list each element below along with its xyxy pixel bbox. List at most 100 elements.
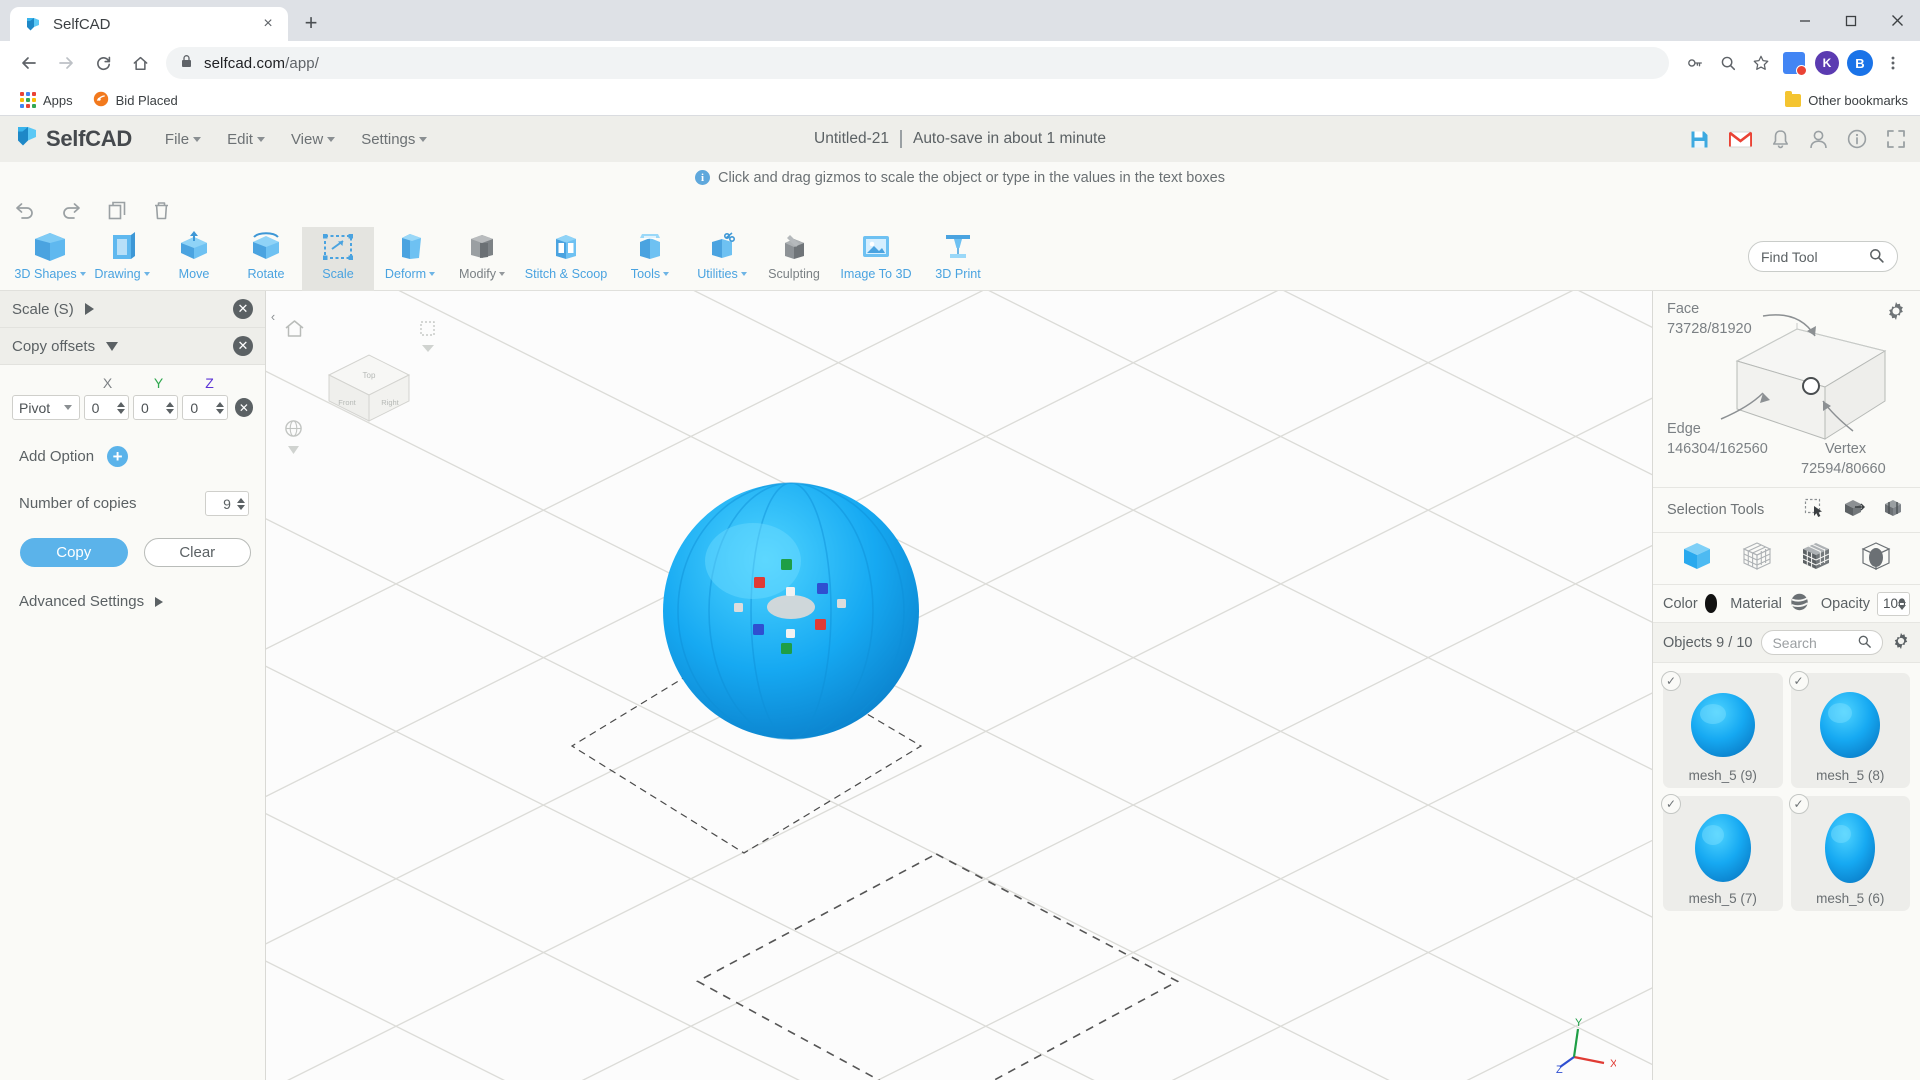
list-item[interactable]: ✓ mesh_5 (9) — [1661, 671, 1783, 788]
bell-icon[interactable] — [1771, 129, 1790, 150]
vertex-mode-icon[interactable] — [1740, 540, 1774, 577]
number-of-copies-input[interactable]: 9 — [205, 491, 249, 516]
box-select-icon[interactable] — [1842, 498, 1866, 523]
clear-button[interactable]: Clear — [143, 538, 251, 567]
list-item[interactable]: ✓ mesh_5 (7) — [1661, 794, 1783, 911]
user-icon[interactable] — [1809, 129, 1828, 150]
copy-offsets-header[interactable]: Copy offsets ✕ — [0, 328, 265, 365]
object-checkbox[interactable]: ✓ — [1788, 794, 1809, 814]
delete-icon[interactable] — [153, 201, 170, 220]
gear-icon[interactable] — [1892, 632, 1910, 654]
other-bookmarks[interactable]: Other bookmarks — [1785, 90, 1908, 108]
gmail-icon[interactable] — [1729, 130, 1752, 149]
find-tool-input[interactable]: Find Tool — [1748, 241, 1898, 272]
material-icon[interactable] — [1789, 592, 1810, 616]
stepper[interactable] — [237, 497, 245, 510]
face-mode-icon[interactable] — [1799, 540, 1833, 577]
browser-more-icon[interactable] — [1878, 48, 1908, 78]
list-item[interactable]: ✓ mesh_5 (6) — [1788, 794, 1910, 911]
advanced-settings-row[interactable]: Advanced Settings — [0, 567, 265, 610]
edge-mode-icon[interactable] — [1859, 540, 1893, 577]
ribbon-modify[interactable]: Modify — [446, 227, 518, 291]
ribbon-drawing[interactable]: Drawing — [86, 227, 158, 291]
ribbon-image-to-3d[interactable]: Image To 3D — [830, 227, 922, 291]
home-icon[interactable] — [123, 46, 157, 80]
ribbon-rotate[interactable]: Rotate — [230, 227, 302, 291]
orbit-globe-icon[interactable] — [284, 419, 303, 443]
plus-icon[interactable]: + — [107, 446, 129, 467]
forward-icon[interactable] — [49, 46, 83, 80]
ribbon-tools[interactable]: Tools — [614, 227, 686, 291]
extension-icon[interactable] — [1779, 48, 1809, 78]
add-option-row[interactable]: Add Option + — [0, 420, 265, 467]
3d-viewport[interactable]: ‹ Top Front Right X Y Z — [266, 291, 1652, 1080]
scale-panel-header[interactable]: Scale (S) ✕ — [0, 291, 265, 328]
redo-icon[interactable] — [61, 201, 82, 219]
bookmark-apps[interactable]: Apps — [12, 88, 81, 112]
rect-select-icon[interactable] — [1804, 498, 1826, 523]
object-checkbox[interactable]: ✓ — [1661, 794, 1681, 814]
ribbon-deform[interactable]: Deform — [374, 227, 446, 291]
page-title[interactable]: Untitled-21 — [814, 130, 889, 148]
ribbon-3d-shapes[interactable]: 3D Shapes — [14, 227, 86, 291]
menu-file[interactable]: File — [152, 127, 214, 152]
close-icon[interactable]: × — [258, 14, 278, 34]
key-icon[interactable] — [1680, 48, 1710, 78]
stepper[interactable] — [166, 401, 175, 414]
reload-icon[interactable] — [86, 46, 120, 80]
bookmark-bid-placed[interactable]: Bid Placed — [85, 87, 186, 114]
pivot-select[interactable]: Pivot — [12, 395, 80, 420]
save-icon[interactable] — [1689, 129, 1710, 150]
duplicate-icon[interactable] — [108, 201, 127, 220]
orbit-dropdown-icon[interactable] — [284, 443, 303, 457]
selected-sphere-object[interactable] — [641, 461, 941, 766]
stepper[interactable] — [117, 401, 126, 414]
back-icon[interactable] — [12, 46, 46, 80]
list-item[interactable]: ✓ mesh_5 (8) — [1788, 671, 1910, 788]
color-swatch[interactable] — [1704, 594, 1718, 613]
ribbon-sculpting[interactable]: Sculpting — [758, 227, 830, 291]
browser-tab[interactable]: SelfCAD × — [10, 7, 288, 41]
fullscreen-icon[interactable] — [1886, 129, 1906, 149]
search-icon[interactable] — [1857, 634, 1872, 652]
home-icon[interactable] — [284, 319, 305, 343]
window-maximize-icon[interactable] — [1828, 0, 1874, 41]
profile-b-icon[interactable]: B — [1845, 48, 1875, 78]
expand-right-icon[interactable] — [84, 303, 94, 315]
stepper[interactable] — [1898, 597, 1906, 610]
chevron-down-icon[interactable] — [106, 341, 119, 351]
new-tab-button[interactable]: + — [294, 6, 328, 40]
close-icon[interactable]: ✕ — [233, 299, 253, 319]
through-select-icon[interactable] — [1882, 498, 1906, 523]
object-checkbox[interactable]: ✓ — [1661, 671, 1681, 691]
menu-view[interactable]: View — [278, 127, 348, 152]
remove-offset-icon[interactable]: ✕ — [234, 398, 253, 417]
undo-icon[interactable] — [14, 201, 35, 219]
address-bar[interactable]: selfcad.com/app/ — [166, 47, 1669, 79]
ribbon-stitch-scoop[interactable]: Stitch & Scoop — [518, 227, 614, 291]
menu-settings[interactable]: Settings — [348, 127, 440, 152]
ribbon-utilities[interactable]: Utilities — [686, 227, 758, 291]
search-icon[interactable] — [1713, 48, 1743, 78]
stepper[interactable] — [215, 401, 224, 414]
ribbon-scale[interactable]: Scale — [302, 227, 374, 291]
menu-edit[interactable]: Edit — [214, 127, 278, 152]
view-cube[interactable]: Top Front Right — [314, 333, 424, 433]
close-icon[interactable]: ✕ — [233, 336, 253, 356]
offset-z-input[interactable]: 0 — [182, 395, 228, 420]
ribbon-3d-print[interactable]: 3D Print — [922, 227, 994, 291]
opacity-input[interactable]: 100 — [1877, 591, 1910, 616]
ribbon-move[interactable]: Move — [158, 227, 230, 291]
objects-search-input[interactable]: Search — [1761, 630, 1883, 655]
window-minimize-icon[interactable] — [1782, 0, 1828, 41]
object-checkbox[interactable]: ✓ — [1788, 671, 1809, 691]
info-icon[interactable] — [1847, 129, 1867, 149]
window-close-icon[interactable] — [1874, 0, 1920, 41]
viewcube-controls[interactable] — [418, 321, 440, 355]
selfcad-brand[interactable]: SelfCAD — [14, 123, 132, 155]
profile-k-icon[interactable]: K — [1812, 48, 1842, 78]
offset-x-input[interactable]: 0 — [83, 395, 130, 420]
object-mode-icon[interactable] — [1680, 540, 1714, 577]
offset-y-input[interactable]: 0 — [133, 395, 179, 420]
copy-button[interactable]: Copy — [20, 538, 128, 567]
